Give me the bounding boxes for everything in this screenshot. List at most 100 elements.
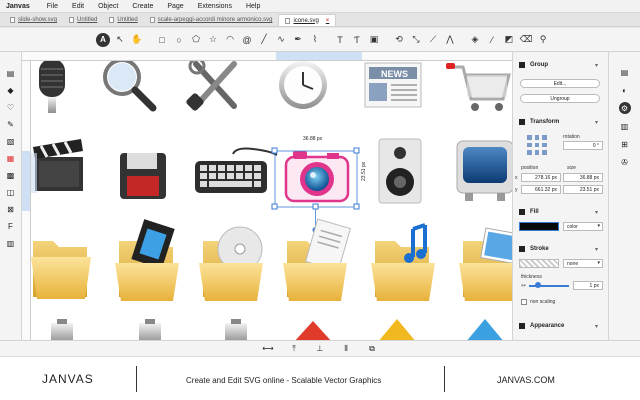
menu-file[interactable]: File xyxy=(40,3,65,10)
transform-section-header[interactable]: Transform ▾ xyxy=(519,119,598,126)
non-scaling-checkbox[interactable] xyxy=(521,299,527,305)
menu-edit[interactable]: Edit xyxy=(65,3,91,10)
fill-section-header[interactable]: Fill ▾ xyxy=(519,209,598,216)
folder-icon[interactable] xyxy=(31,241,91,299)
magnifier-icon[interactable] xyxy=(103,61,157,112)
line-tool-icon[interactable]: ╱ xyxy=(257,32,271,48)
fill-mode-select[interactable]: color xyxy=(563,222,603,231)
height-field[interactable]: 23.51 px xyxy=(563,185,603,194)
gradient-icon[interactable]: ▩ xyxy=(5,170,17,180)
text-tool-icon[interactable]: T xyxy=(333,32,347,48)
ellipse-tool-icon[interactable]: ○ xyxy=(172,32,186,48)
clapperboard-icon[interactable] xyxy=(31,139,83,193)
tv-icon[interactable] xyxy=(456,140,512,201)
horizontal-ruler[interactable] xyxy=(22,52,512,61)
battery-icon[interactable] xyxy=(51,319,73,340)
tab-untitled-1[interactable]: Untitled xyxy=(63,14,103,26)
properties-icon[interactable]: ▤ xyxy=(619,66,631,78)
rotate-tool-icon[interactable]: ⟲ xyxy=(392,32,406,48)
drawing-canvas[interactable]: NEWS 36.88 px 23.51 px xyxy=(31,61,512,340)
eraser-tool-icon[interactable]: ⌫ xyxy=(519,32,533,48)
cd-folder-icon[interactable] xyxy=(199,226,263,301)
freehand-tool-icon[interactable]: ∿ xyxy=(274,32,288,48)
rotation-field[interactable]: 0 ° xyxy=(563,141,603,150)
group-section-header[interactable]: Group ▾ xyxy=(519,62,598,69)
magnifier-tool-icon[interactable]: ⚲ xyxy=(536,32,550,48)
images-folder-icon[interactable] xyxy=(459,227,512,301)
microphone-icon[interactable] xyxy=(39,61,65,113)
menu-help[interactable]: Help xyxy=(239,3,267,10)
stroke-section-header[interactable]: Stroke ▾ xyxy=(519,246,598,253)
scale-tool-icon[interactable]: ⤡ xyxy=(409,32,423,48)
position-y-field[interactable]: 661.32 px xyxy=(521,185,561,194)
battery-icon[interactable] xyxy=(225,319,247,340)
distribute-icon[interactable]: ⫴ xyxy=(340,343,352,355)
footer-url-link[interactable]: JANVAS.COM xyxy=(497,375,555,385)
tab-untitled-2[interactable]: Untitled xyxy=(103,14,143,26)
menu-object[interactable]: Object xyxy=(91,3,125,10)
position-x-field[interactable]: 278.16 px xyxy=(521,173,561,182)
menu-create[interactable]: Create xyxy=(125,3,160,10)
edit-group-button[interactable]: Edit... xyxy=(520,79,600,88)
thickness-slider-handle[interactable] xyxy=(535,282,541,288)
spiral-tool-icon[interactable]: @ xyxy=(240,32,254,48)
tab-slide-show[interactable]: slide-show.svg xyxy=(4,14,63,26)
align-top-icon[interactable]: ⤒ xyxy=(288,343,300,355)
rectangle-tool-icon[interactable]: □ xyxy=(155,32,169,48)
tab-scale-arpeggi[interactable]: scale-arpeggi-accordi minore armonico.sv… xyxy=(144,14,279,26)
export-icon[interactable]: ✇ xyxy=(619,156,631,168)
thickness-field[interactable]: 1 px xyxy=(573,281,603,290)
tab-icone[interactable]: icone.svg × xyxy=(278,14,337,26)
shopping-cart-icon[interactable] xyxy=(446,63,511,111)
clipboard-icon[interactable]: ▥ xyxy=(5,238,17,248)
filter-icon[interactable]: ◫ xyxy=(5,187,17,197)
style-icon[interactable]: ◐ xyxy=(619,84,631,96)
warning-icon[interactable] xyxy=(377,319,417,340)
brush-icon[interactable]: ✎ xyxy=(5,119,17,129)
close-tab-icon[interactable]: × xyxy=(326,18,330,24)
image-tool-icon[interactable]: ▣ xyxy=(367,32,381,48)
appearance-section-header[interactable]: Appearance ▾ xyxy=(519,323,598,330)
hand-tool-icon[interactable]: ✋ xyxy=(130,32,144,48)
eyedropper-tool-icon[interactable]: ⁄ xyxy=(485,32,499,48)
polygon-tool-icon[interactable]: ⬠ xyxy=(189,32,203,48)
camera-icon[interactable] xyxy=(284,151,350,203)
battery-icon[interactable] xyxy=(139,319,161,340)
documents-folder-icon[interactable] xyxy=(283,218,352,301)
skew-tool-icon[interactable]: ⟋ xyxy=(426,32,440,48)
symbols-icon[interactable]: ♡ xyxy=(5,102,17,112)
stroke-color-swatch[interactable] xyxy=(519,259,559,268)
ungroup-button[interactable]: Ungroup xyxy=(520,94,600,103)
object-settings-icon[interactable]: ⚙ xyxy=(618,102,631,114)
image-library-icon[interactable]: ▧ xyxy=(5,136,17,146)
video-folder-icon[interactable] xyxy=(115,219,179,301)
tools-icon[interactable] xyxy=(185,61,237,112)
history-icon[interactable]: ▥ xyxy=(619,120,631,132)
align-middle-icon[interactable]: ⊥ xyxy=(314,343,326,355)
align-tool-icon[interactable]: ⋀ xyxy=(443,32,457,48)
news-icon[interactable]: NEWS xyxy=(364,62,422,108)
music-folder-icon[interactable] xyxy=(371,223,435,301)
arrange-icon[interactable]: ⧉ xyxy=(366,343,378,355)
align-icon[interactable]: ⊞ xyxy=(619,138,631,150)
arc-tool-icon[interactable]: ◠ xyxy=(223,32,237,48)
text-path-tool-icon[interactable]: Ƭ xyxy=(350,32,364,48)
font-icon[interactable]: F xyxy=(5,221,17,231)
menu-extensions[interactable]: Extensions xyxy=(191,3,239,10)
fill-tool-icon[interactable]: ◈ xyxy=(468,32,482,48)
pen-tool-icon[interactable]: ✒ xyxy=(291,32,305,48)
floppy-disk-icon[interactable] xyxy=(120,153,166,199)
warning-icon[interactable] xyxy=(465,319,505,340)
vertical-ruler[interactable] xyxy=(22,61,31,340)
warning-icon[interactable] xyxy=(293,321,333,340)
palette-icon[interactable]: ▦ xyxy=(5,153,17,163)
pages-icon[interactable]: ▤ xyxy=(5,68,17,78)
width-field[interactable]: 36.88 px xyxy=(563,173,603,182)
node-tool-icon[interactable]: ↖ xyxy=(113,32,127,48)
fill-color-swatch[interactable] xyxy=(519,222,559,231)
select-tool-icon[interactable]: A xyxy=(96,32,110,47)
anchor-grid-icon[interactable] xyxy=(527,135,547,155)
distribute-icon[interactable]: ⊠ xyxy=(5,204,17,214)
flip-icon[interactable]: ⟷ xyxy=(262,343,274,355)
stroke-mode-select[interactable]: none xyxy=(563,259,603,268)
